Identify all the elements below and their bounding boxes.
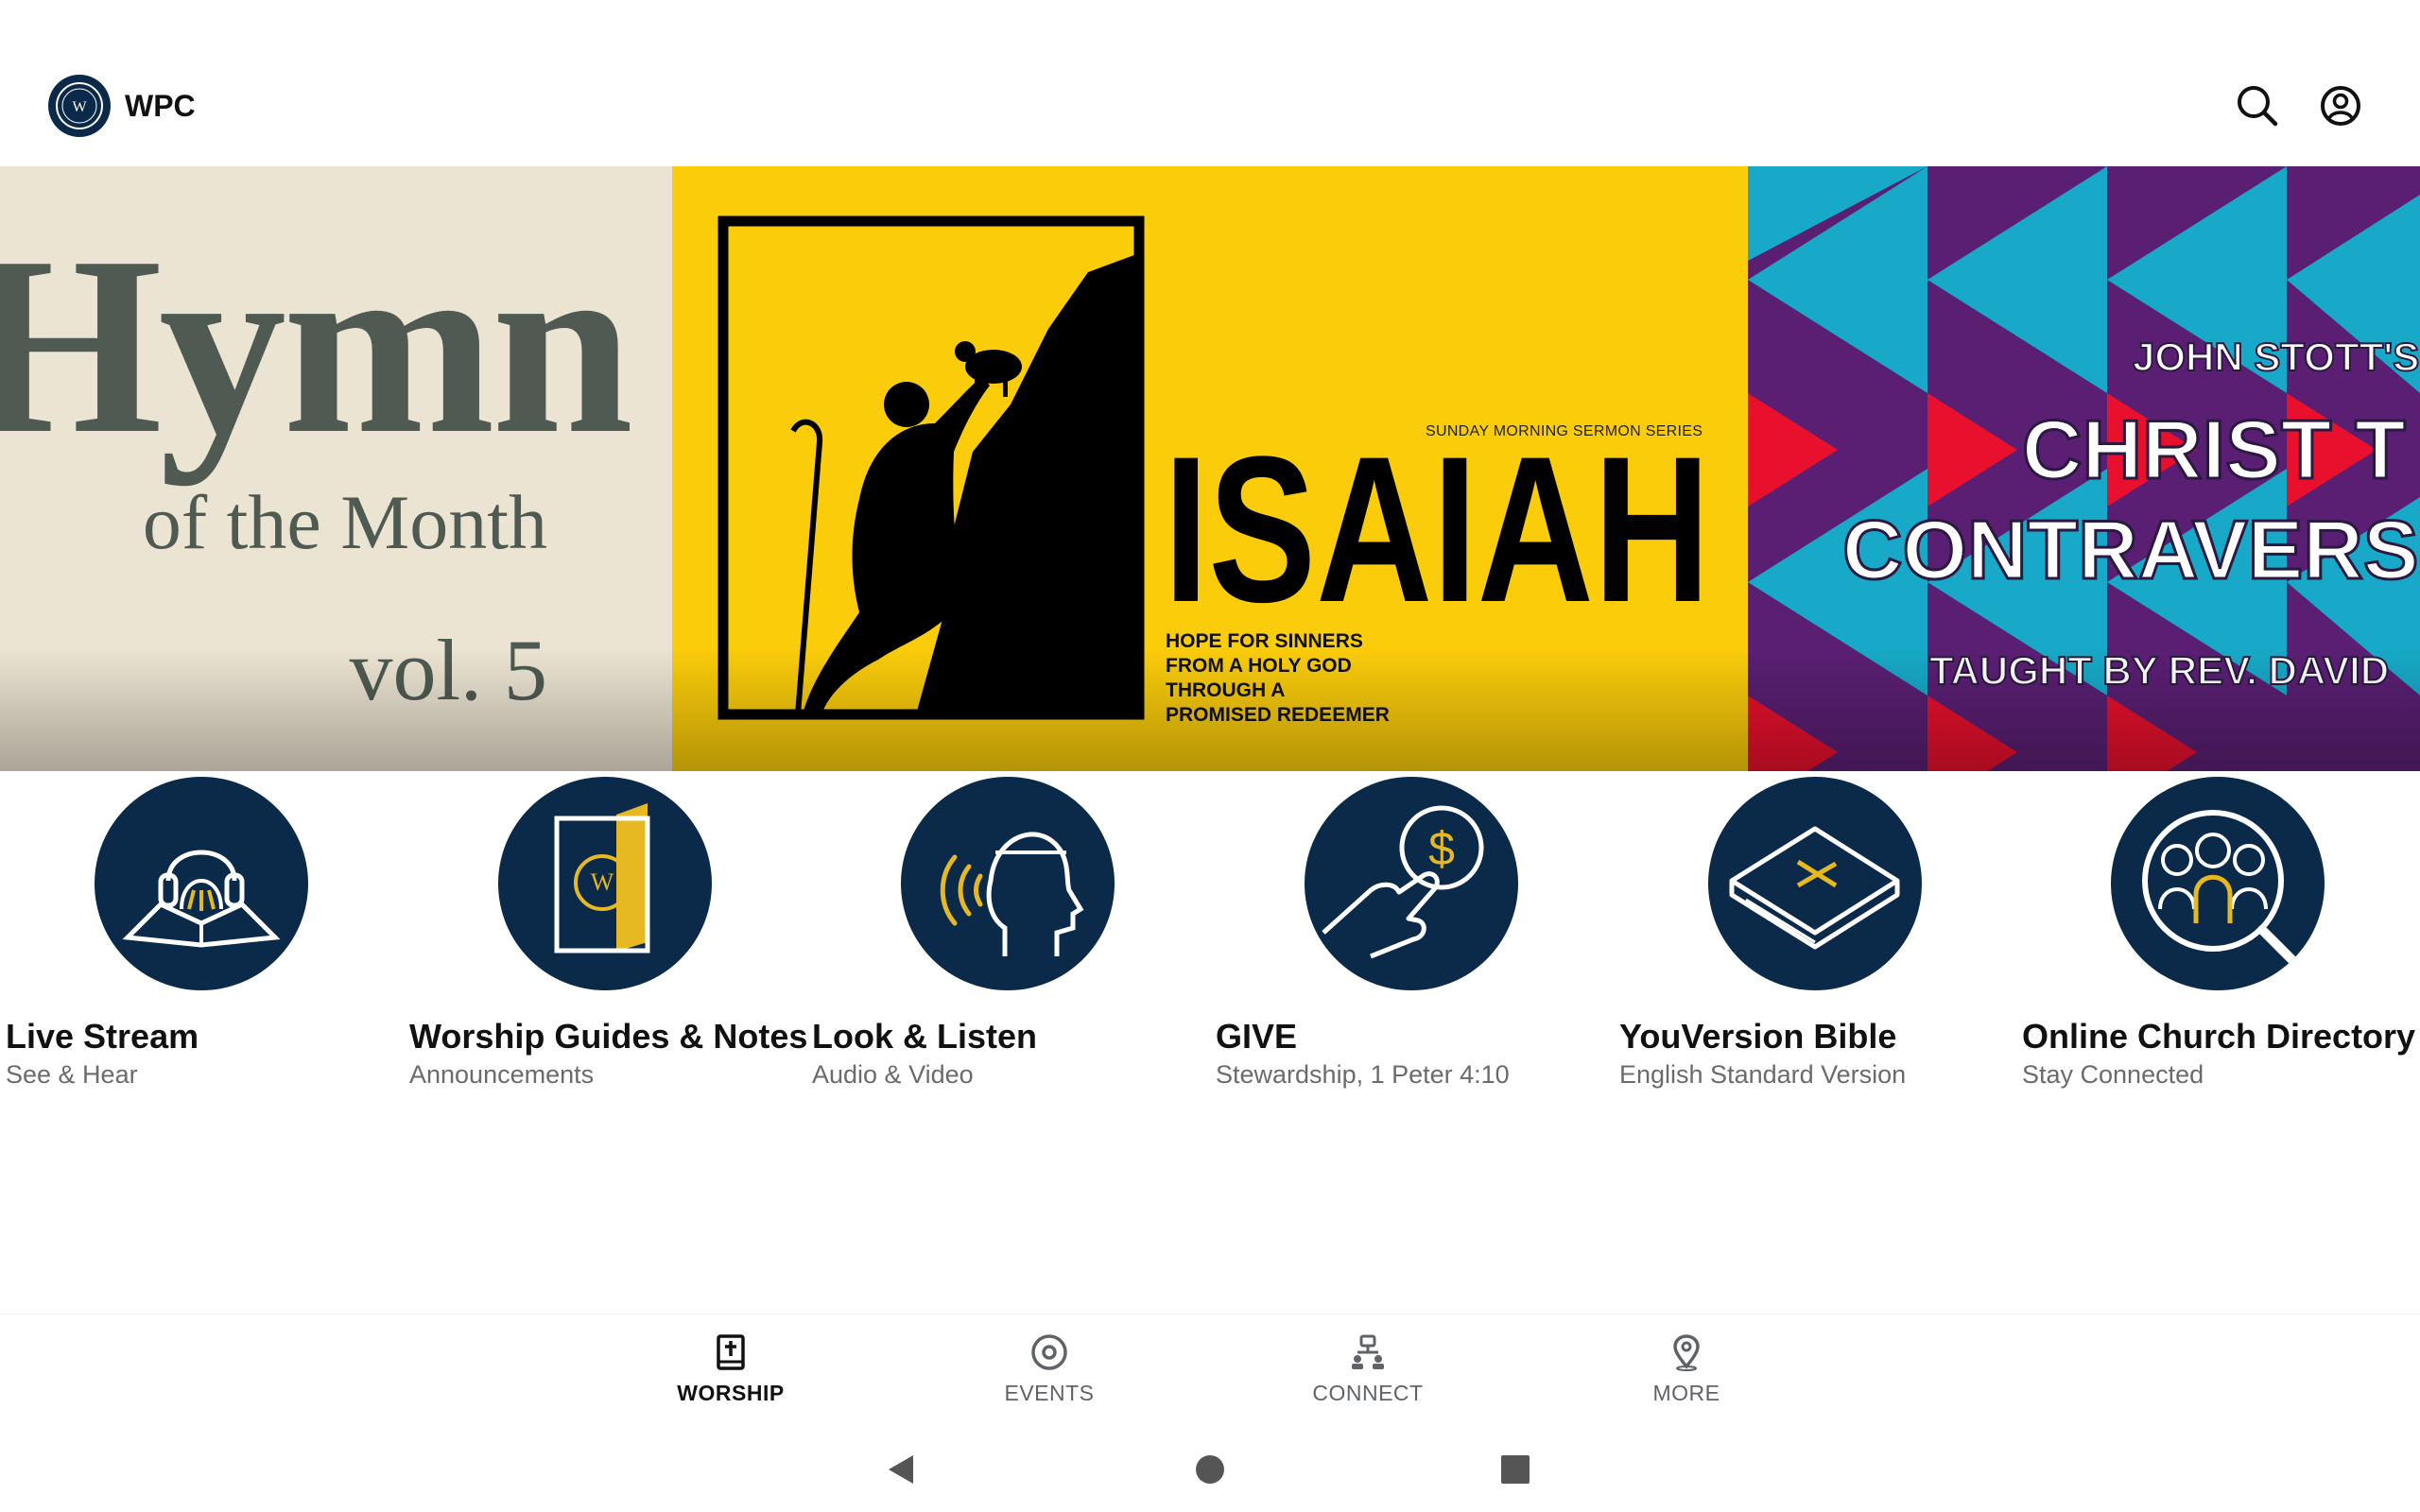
- tile-online-church-directory[interactable]: Online Church Directory Stay Connected: [2016, 775, 2416, 1115]
- worship-guides-circle[interactable]: W: [498, 777, 712, 990]
- stott-teacher-line: TAUGHT BY REV. DAVID: [1928, 647, 2390, 694]
- hymn-subtitle: of the Month: [142, 479, 547, 565]
- back-triangle-icon: [889, 1455, 913, 1484]
- nav-events[interactable]: EVENTS: [955, 1314, 1144, 1428]
- quick-links: Live Stream See & Hear W Worship Guides …: [0, 775, 2420, 1115]
- directory-circle[interactable]: [2111, 777, 2325, 990]
- slide-christ-the-controversialist[interactable]: JOHN STOTT'S CHRIST T CONTRAVERS TAUGHT …: [1748, 166, 2420, 771]
- svg-text:W: W: [591, 868, 614, 896]
- tile-title: GIVE: [1216, 1017, 1298, 1056]
- system-home-button[interactable]: [1186, 1446, 1234, 1493]
- people-directory-icon: [2142, 810, 2300, 968]
- give-coin-icon: $: [1322, 805, 1484, 959]
- target-circle-icon: [1031, 1334, 1067, 1370]
- bible-book-icon: [1729, 826, 1900, 950]
- stott-title-line-1: CHRIST T: [2021, 402, 2408, 498]
- wpc-seal-icon: W: [56, 82, 103, 129]
- svg-text:$: $: [1428, 822, 1455, 875]
- svg-text:W: W: [72, 99, 87, 115]
- headphones-bible-icon: [122, 850, 281, 948]
- slide-isaiah-sermon-series[interactable]: SUNDAY MORNING SERMON SERIES ISAIAH HOPE…: [672, 166, 1748, 771]
- nav-more[interactable]: MORE: [1592, 1314, 1781, 1428]
- system-back-button[interactable]: [879, 1446, 926, 1493]
- nav-label: CONNECT: [1312, 1381, 1424, 1405]
- network-people-icon: [1352, 1334, 1384, 1369]
- system-recents-button[interactable]: [1492, 1446, 1539, 1493]
- slide-fade-overlay: [0, 648, 672, 771]
- tile-live-stream[interactable]: Live Stream See & Hear: [0, 775, 397, 1115]
- location-pin-icon: [1673, 1334, 1700, 1371]
- hymn-volume: vol. 5: [349, 622, 547, 718]
- isaiah-title-text: ISAIAH: [1164, 431, 1710, 610]
- recents-square-icon: [1501, 1455, 1530, 1484]
- wpc-logo[interactable]: W: [48, 75, 111, 137]
- tile-look-and-listen[interactable]: Look & Listen Audio & Video: [806, 775, 1203, 1115]
- tile-subtitle: See & Hear: [6, 1060, 138, 1089]
- tile-subtitle: Audio & Video: [812, 1060, 974, 1089]
- live-stream-circle[interactable]: [95, 777, 308, 990]
- tile-title: Live Stream: [6, 1017, 199, 1056]
- search-icon: [2238, 86, 2278, 127]
- listening-head-icon: [940, 832, 1084, 956]
- tile-worship-guides[interactable]: W Worship Guides & Notes Announcements: [404, 775, 807, 1115]
- tile-subtitle: English Standard Version: [1619, 1060, 1907, 1089]
- search-button[interactable]: [2231, 79, 2284, 132]
- stott-author-line: JOHN STOTT'S: [2132, 334, 2420, 380]
- home-circle-icon: [1196, 1455, 1224, 1484]
- nav-label: EVENTS: [1004, 1381, 1095, 1405]
- nav-label: MORE: [1652, 1381, 1720, 1405]
- bottom-navigation: WORSHIP EVENTS CONNECT MORE: [0, 1314, 2420, 1428]
- bible-cross-icon: [717, 1334, 745, 1370]
- isaiah-title-art: ISAIAH: [1164, 431, 1710, 610]
- bible-circle[interactable]: [1708, 777, 1922, 990]
- tile-youversion-bible[interactable]: YouVersion Bible English Standard Versio…: [1614, 775, 2011, 1115]
- give-circle[interactable]: $: [1305, 777, 1518, 990]
- tile-give[interactable]: $ GIVE Stewardship, 1 Peter 4:10: [1210, 775, 1607, 1115]
- account-circle-icon: [2321, 86, 2360, 126]
- tile-title: Worship Guides & Notes: [409, 1017, 808, 1056]
- slide-hymn-of-the-month[interactable]: Hymn of the Month vol. 5: [0, 166, 672, 771]
- bulletin-booklet-icon: W: [554, 803, 650, 954]
- hymn-title: Hymn: [0, 204, 633, 487]
- hero-carousel[interactable]: Hymn of the Month vol. 5 SUNDAY MORNING …: [0, 166, 2420, 771]
- nav-worship[interactable]: WORSHIP: [636, 1314, 825, 1428]
- tile-title: Look & Listen: [812, 1017, 1038, 1056]
- nav-connect[interactable]: CONNECT: [1273, 1314, 1462, 1428]
- system-navigation-bar: [0, 1427, 2420, 1512]
- tile-title: Online Church Directory: [2022, 1017, 2416, 1056]
- app-header: W WPC: [0, 0, 2420, 166]
- sermon-series-tagline: HOPE FOR SINNERS FROM A HOLY GOD THROUGH…: [1166, 630, 1390, 726]
- shepherd-climbing-illustration: [717, 215, 1145, 720]
- look-listen-circle[interactable]: [901, 777, 1115, 990]
- tile-subtitle: Announcements: [409, 1060, 595, 1089]
- stott-title-line-2: CONTRAVERS: [1841, 502, 2420, 598]
- tile-subtitle: Stay Connected: [2022, 1060, 2204, 1089]
- account-button[interactable]: [2314, 79, 2367, 132]
- app-title: WPC: [125, 89, 196, 123]
- tile-subtitle: Stewardship, 1 Peter 4:10: [1216, 1060, 1510, 1089]
- tile-title: YouVersion Bible: [1619, 1017, 1897, 1056]
- nav-label: WORSHIP: [677, 1381, 785, 1405]
